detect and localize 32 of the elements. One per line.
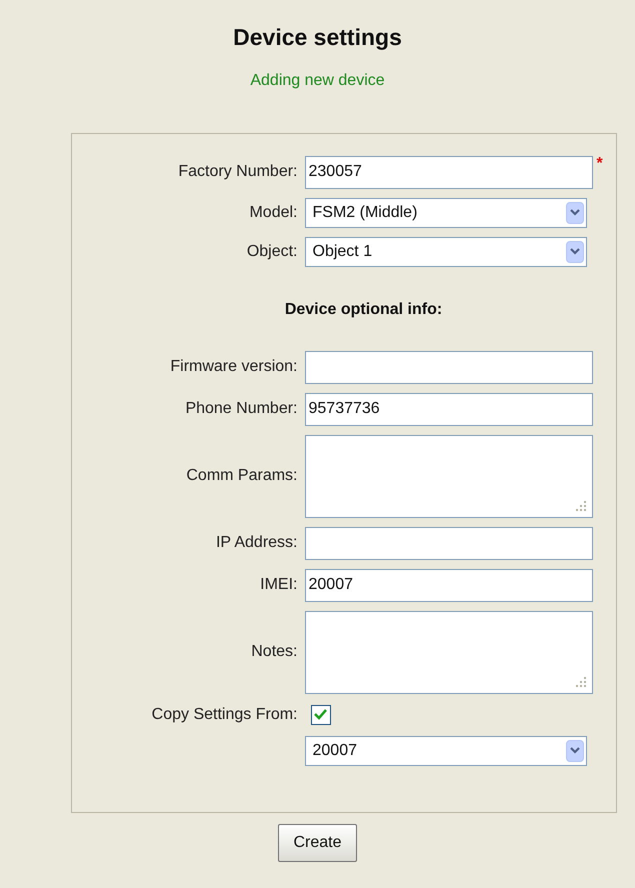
resize-grip-icon[interactable] bbox=[576, 676, 586, 688]
field-label: Factory Number: bbox=[177, 162, 298, 182]
field-label: Comm Params: bbox=[185, 466, 298, 486]
dropdown-field[interactable]: FSM2 (Middle) bbox=[304, 198, 586, 228]
text-field[interactable] bbox=[304, 526, 592, 560]
checkbox[interactable] bbox=[310, 704, 330, 724]
page-subtitle: Adding new device bbox=[250, 70, 385, 90]
text-area[interactable] bbox=[304, 610, 592, 694]
checkmark-icon bbox=[314, 709, 327, 720]
field-label: Phone Number: bbox=[184, 399, 298, 419]
field-label: Firmware version: bbox=[169, 357, 298, 377]
create-button[interactable]: Create bbox=[278, 824, 357, 862]
page-title: Device settings bbox=[233, 23, 402, 52]
text-field[interactable]: 95737736 bbox=[304, 392, 592, 426]
required-asterisk: * bbox=[596, 156, 603, 172]
field-label: IMEI: bbox=[259, 575, 298, 595]
dropdown-value: 20007 bbox=[312, 740, 357, 760]
field-label: Model: bbox=[248, 202, 298, 222]
field-label: IP Address: bbox=[214, 533, 298, 553]
text-area[interactable] bbox=[304, 434, 592, 518]
field-label: Notes: bbox=[250, 642, 298, 662]
text-field[interactable] bbox=[304, 350, 592, 384]
dropdown-field[interactable]: 20007 bbox=[304, 736, 586, 766]
dropdown-value: FSM2 (Middle) bbox=[312, 202, 418, 222]
section-heading: Device optional info: bbox=[284, 300, 444, 320]
dropdown-field[interactable]: Object 1 bbox=[304, 236, 586, 266]
text-field[interactable]: 20007 bbox=[304, 568, 592, 602]
dropdown-value: Object 1 bbox=[312, 242, 372, 262]
field-label: Copy Settings From: bbox=[150, 704, 298, 724]
field-label: Object: bbox=[246, 242, 298, 262]
text-field[interactable]: 230057 bbox=[304, 156, 592, 188]
resize-grip-icon[interactable] bbox=[576, 500, 586, 512]
